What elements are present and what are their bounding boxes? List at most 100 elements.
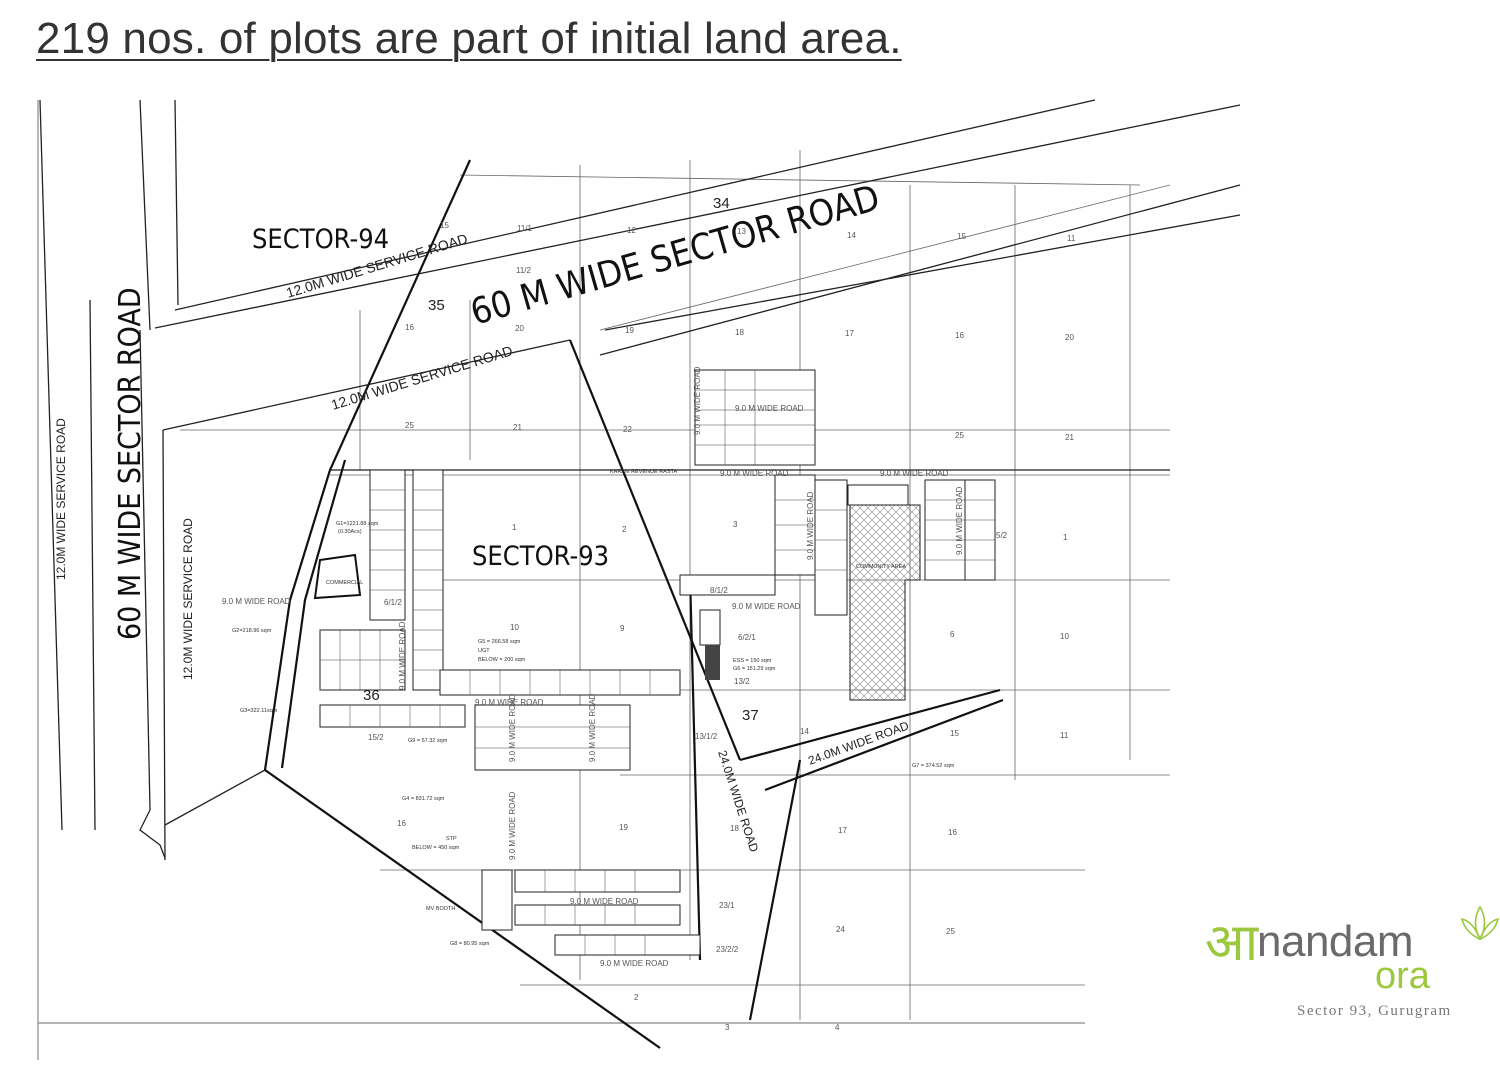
community-area-hatch bbox=[849, 504, 921, 701]
killa-17a: 17 bbox=[845, 329, 854, 338]
killa-19a: 19 bbox=[625, 326, 634, 335]
stp-below-label: BELOW = 450 sqm bbox=[412, 845, 460, 851]
killa-8-1-2: 8/1/2 bbox=[710, 586, 728, 595]
ugt-label: UGT bbox=[478, 648, 490, 654]
ess-plot bbox=[705, 645, 720, 680]
killa-25a: 25 bbox=[405, 421, 414, 430]
killa-11c: 11 bbox=[1060, 731, 1069, 740]
community-area-label: COMMUNITY AREA bbox=[856, 564, 906, 570]
ugt-below-label: BELOW = 200 sqm bbox=[478, 657, 526, 663]
sector-road-60m-label: 60 M WIDE SECTOR ROAD bbox=[466, 178, 884, 334]
g1-label: G1=1221.88 sqm bbox=[336, 521, 379, 527]
brand-subname: ora bbox=[1375, 955, 1430, 997]
killa-numbers: 15 11/1 12 13 14 15 11 16 20 19 18 17 16… bbox=[368, 221, 1076, 1032]
killa-21a: 21 bbox=[513, 423, 522, 432]
killa-3: 3 bbox=[733, 520, 738, 529]
sector-road-left-label: 60 M WIDE SECTOR ROAD bbox=[113, 287, 148, 640]
killa-17b: 17 bbox=[838, 826, 847, 835]
killa-10a: 10 bbox=[510, 623, 519, 632]
road-9m-label-c: 9.0 M WIDE ROAD bbox=[720, 469, 789, 478]
leaf-icon bbox=[1460, 905, 1500, 941]
g3-label: G3=322.11sqm bbox=[240, 708, 278, 714]
svg-text:आ: आ bbox=[1205, 913, 1259, 973]
g6-label: G6 = 151.29 sqm bbox=[733, 666, 776, 672]
stp-label: STP bbox=[446, 836, 457, 842]
killa-3b: 3 bbox=[725, 1023, 730, 1032]
road-9m-label-g: 9.0 M WIDE ROAD bbox=[570, 897, 639, 906]
killa-16b: 16 bbox=[955, 331, 964, 340]
brand-location: Sector 93, Gurugram bbox=[1297, 1003, 1452, 1019]
road-9m-label-d: 9.0 M WIDE ROAD bbox=[880, 469, 949, 478]
g5-label: G5 = 266.58 sqm bbox=[478, 639, 521, 645]
killa-23-2-2: 23/2/2 bbox=[716, 945, 739, 954]
killa-15-2: 15/2 bbox=[368, 733, 384, 742]
killa-18b: 18 bbox=[730, 824, 739, 833]
road-9m-label-o: 9.0 M WIDE ROAD bbox=[693, 366, 702, 435]
brand-logo: आ nandam ora Sector 93, Gurugram bbox=[1205, 905, 1500, 1025]
service-road-left-inner-label: 12.0M WIDE SERVICE ROAD bbox=[181, 518, 195, 680]
killa-15a: 15 bbox=[440, 221, 449, 230]
killa-11-1: 11/1 bbox=[517, 224, 533, 233]
karam-rasta-label: KARAM REVENUE RASTA bbox=[610, 469, 677, 475]
killa-13-2: 13/2 bbox=[734, 677, 750, 686]
rect-35-label: 35 bbox=[428, 297, 445, 314]
killa-19b: 19 bbox=[619, 823, 628, 832]
rect-37-label: 37 bbox=[742, 707, 759, 724]
killa-24: 24 bbox=[836, 925, 845, 934]
road-9m-label-b: 9.0 M WIDE ROAD bbox=[735, 404, 804, 413]
killa-22: 22 bbox=[623, 425, 632, 434]
killa-2: 2 bbox=[622, 525, 627, 534]
road-9m-label-h: 9.0 M WIDE ROAD bbox=[600, 959, 669, 968]
killa-12: 12 bbox=[627, 226, 636, 235]
killa-2b: 2 bbox=[634, 993, 639, 1002]
killa-9: 9 bbox=[620, 624, 625, 633]
killa-11b: 11 bbox=[1067, 234, 1076, 243]
road-24m-diag-label: 24.0M WIDE ROAD bbox=[715, 749, 761, 854]
g7-label: G7 = 374.52 sqm bbox=[912, 763, 955, 769]
g1-acres-label: (0.30Acs) bbox=[338, 529, 362, 535]
g9-label: G9 = 57.32 sqm bbox=[408, 738, 448, 744]
road-9m-label-l: 9.0 M WIDE ROAD bbox=[806, 491, 815, 560]
road-9m-label-i: 9.0 M WIDE ROAD bbox=[398, 621, 407, 690]
killa-6: 6 bbox=[950, 630, 955, 639]
service-road-left-outer-label: 12.0M WIDE SERVICE ROAD bbox=[54, 418, 68, 580]
killa-1a: 1 bbox=[512, 523, 517, 532]
killa-10b: 10 bbox=[1060, 632, 1069, 641]
killa-14b: 14 bbox=[800, 727, 809, 736]
service-road-mid-label: 12.0M WIDE SERVICE ROAD bbox=[329, 342, 514, 412]
killa-20a: 20 bbox=[515, 324, 524, 333]
killa-13: 13 bbox=[737, 227, 746, 236]
road-24m-lower-label: 24.0M WIDE ROAD bbox=[806, 718, 911, 768]
killa-21b: 21 bbox=[1065, 433, 1074, 442]
commercial-plot bbox=[313, 553, 362, 600]
killa-16a: 16 bbox=[405, 323, 414, 332]
sector-road-left bbox=[39, 99, 266, 861]
rect-36-label: 36 bbox=[363, 687, 380, 704]
commercial-label: COMMERCIAL bbox=[326, 580, 363, 586]
road-9m-label-e: 9.0 M WIDE ROAD bbox=[732, 602, 801, 611]
road-9m-label-m: 9.0 M WIDE ROAD bbox=[955, 486, 964, 555]
killa-1b: 1 bbox=[1063, 533, 1068, 542]
killa-6-2-1: 6/2/1 bbox=[738, 633, 756, 642]
road-9m-label-a: 9.0 M WIDE ROAD bbox=[222, 597, 291, 606]
g8-label: G8 = 80.95 sqm bbox=[450, 941, 490, 947]
road-9m-label-k: 9.0 M WIDE ROAD bbox=[588, 693, 597, 762]
sector-93-label: SECTOR-93 bbox=[472, 541, 609, 572]
killa-13-1-2: 13/1/2 bbox=[695, 732, 718, 741]
killa-11-2: 11/2 bbox=[516, 266, 532, 275]
killa-25b: 25 bbox=[955, 431, 964, 440]
killa-14: 14 bbox=[847, 231, 856, 240]
g4-label: G4 = 831.72 sqm bbox=[402, 796, 445, 802]
g2-label: G2=218.96 sqm bbox=[232, 628, 272, 634]
killa-20b: 20 bbox=[1065, 333, 1074, 342]
ess-label: ESS = 150 sqm bbox=[733, 658, 772, 664]
killa-15b: 15 bbox=[957, 232, 966, 241]
rect-34-label: 34 bbox=[713, 195, 730, 212]
killa-23-1: 23/1 bbox=[719, 901, 735, 910]
killa-5-2: 5/2 bbox=[996, 531, 1008, 540]
killa-25c: 25 bbox=[946, 927, 955, 936]
killa-16d: 16 bbox=[948, 828, 957, 837]
road-9m-label-n: 9.0 M WIDE ROAD bbox=[508, 791, 517, 860]
killa-6-1-2: 6/1/2 bbox=[384, 598, 402, 607]
road-9m-label-j: 9.0 M WIDE ROAD bbox=[508, 693, 517, 762]
